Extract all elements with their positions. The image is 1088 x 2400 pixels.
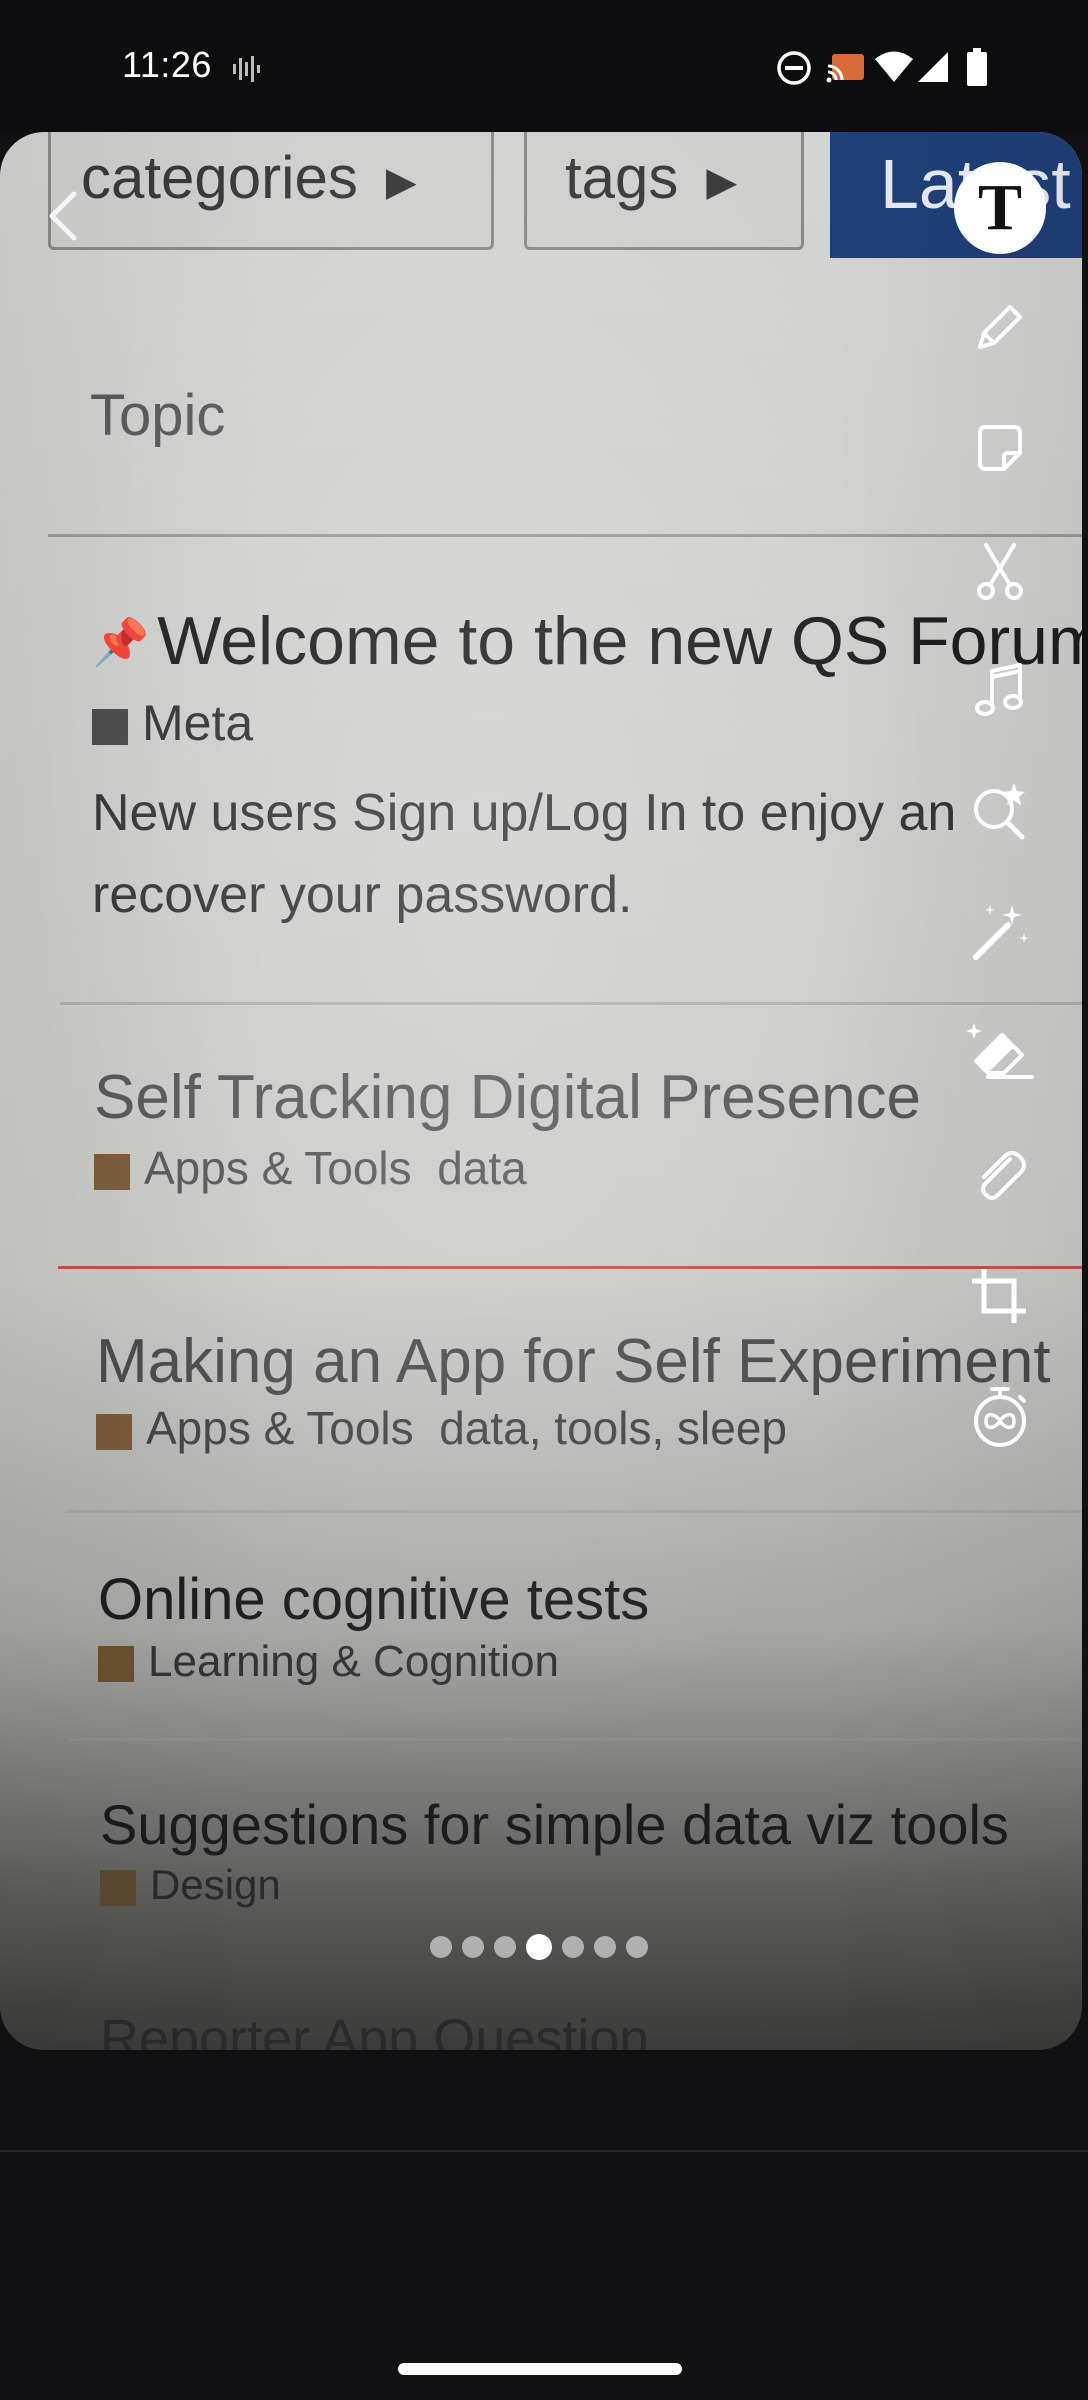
music-note-icon (975, 663, 1023, 716)
tags-pill: tags ▶ (524, 132, 804, 250)
caret-right-icon: ▶ (385, 160, 417, 205)
category-swatch (94, 1153, 130, 1190)
description-line: recover your password. (92, 866, 633, 924)
divider (66, 1510, 1082, 1513)
topic-tags: data, tools, sleep (439, 1402, 788, 1454)
topic-category: Meta (92, 694, 1082, 752)
category-swatch (96, 1413, 132, 1450)
lens-tool-button[interactable] (955, 766, 1045, 856)
divider (60, 1002, 1082, 1005)
caret-right-icon: ▶ (706, 160, 738, 205)
cellular-signal-icon (918, 52, 948, 82)
topic-row-2: Self Tracking Digital Presence Apps & To… (94, 1062, 921, 1195)
topic-row-3: Making an App for Self Experiment Apps &… (96, 1326, 1051, 1455)
divider (58, 1266, 1082, 1269)
wifi-icon (875, 51, 913, 82)
category-swatch (98, 1646, 134, 1683)
topic-tags: data (437, 1142, 527, 1194)
category-label: Apps & Tools (146, 1402, 414, 1454)
cast-icon (826, 54, 864, 83)
page-indicator (430, 1934, 648, 1960)
text-tool-button[interactable]: T (954, 162, 1046, 254)
divider (70, 1738, 1082, 1741)
category-label: Learning & Cognition (148, 1637, 559, 1686)
categories-pill: categories ▶ (48, 132, 494, 250)
page-dot-active[interactable] (526, 1934, 552, 1960)
category-swatch (92, 708, 128, 745)
topic-row-1: 📌 Welcome to the new QS Forum Meta New us… (92, 602, 1082, 936)
page-dot[interactable] (626, 1936, 648, 1958)
photo-preview[interactable]: categories▶ tags▶ Latest Topic 📌Welcome … (0, 132, 1082, 2050)
eraser-tool-button[interactable] (955, 1008, 1045, 1098)
bottom-divider (0, 2150, 1088, 2152)
magic-wand-tool-button[interactable] (955, 886, 1045, 976)
status-time: 11:26 (122, 44, 212, 85)
topic-title-row: 📌 Welcome to the new QS Forum (92, 602, 1082, 680)
categories-pill-label: categories (81, 144, 358, 211)
crop-tool-button[interactable] (955, 1252, 1045, 1342)
pencil-icon (978, 305, 1022, 349)
description-line: New users Sign up/Log In to enjoy an (92, 784, 957, 842)
attachment-tool-button[interactable] (955, 1130, 1045, 1220)
category-label: Meta (142, 695, 254, 751)
sticker-tool-button[interactable] (955, 404, 1045, 494)
category-label: Design (150, 1861, 281, 1908)
draw-tool-button[interactable] (955, 282, 1045, 372)
topic-category: Design (100, 1861, 1009, 1909)
topic-title: Making an App for Self Experiment (96, 1327, 1051, 1396)
battery-icon (967, 48, 987, 86)
timer-infinity-icon (974, 1387, 1026, 1447)
divider (48, 534, 1082, 537)
sticker-icon (978, 425, 1022, 471)
back-chevron-icon[interactable] (40, 186, 88, 246)
status-bar: 11:26 (0, 0, 1088, 132)
page-dot[interactable] (562, 1936, 584, 1958)
topic-category: Apps & Tools data (94, 1141, 921, 1195)
topic-description: New users Sign up/Log In to enjoy an rec… (92, 772, 1082, 936)
crop-icon (972, 1269, 1026, 1323)
timer-tool-button[interactable] (955, 1372, 1045, 1462)
do-not-disturb-icon (777, 51, 811, 85)
topic-title: Self Tracking Digital Presence (94, 1063, 922, 1132)
scissors-icon (977, 543, 1023, 600)
magic-wand-icon (973, 905, 1029, 960)
category-label: Apps & Tools (144, 1142, 412, 1194)
page-dot[interactable] (494, 1936, 516, 1958)
tags-pill-label: tags (565, 144, 679, 211)
category-swatch (100, 1869, 136, 1906)
eraser-icon (966, 1023, 1034, 1079)
topic-title: Welcome to the new QS Forum (157, 603, 1082, 679)
topic-row-6: Reporter App Question (100, 2009, 650, 2050)
page-dot[interactable] (462, 1936, 484, 1958)
topic-title: Suggestions for simple data viz tools (100, 1793, 1009, 1856)
lens-search-icon (974, 783, 1025, 840)
audio-waveform-icon (233, 56, 260, 82)
page-dot[interactable] (430, 1936, 452, 1958)
page-dot[interactable] (594, 1936, 616, 1958)
topic-category: Apps & Tools data, tools, sleep (96, 1401, 1051, 1455)
topic-row-4: Online cognitive tests Learning & Cognit… (98, 1566, 649, 1687)
pin-icon: 📌 (92, 616, 150, 668)
home-indicator[interactable] (398, 2363, 682, 2375)
paperclip-icon (981, 1151, 1026, 1200)
music-tool-button[interactable] (955, 646, 1045, 736)
scissors-tool-button[interactable] (955, 526, 1045, 616)
topic-column-header: Topic (90, 383, 226, 448)
topic-category: Learning & Cognition (98, 1637, 649, 1687)
topic-row-5: Suggestions for simple data viz tools De… (100, 1792, 1009, 1909)
topic-title: Online cognitive tests (98, 1567, 650, 1632)
